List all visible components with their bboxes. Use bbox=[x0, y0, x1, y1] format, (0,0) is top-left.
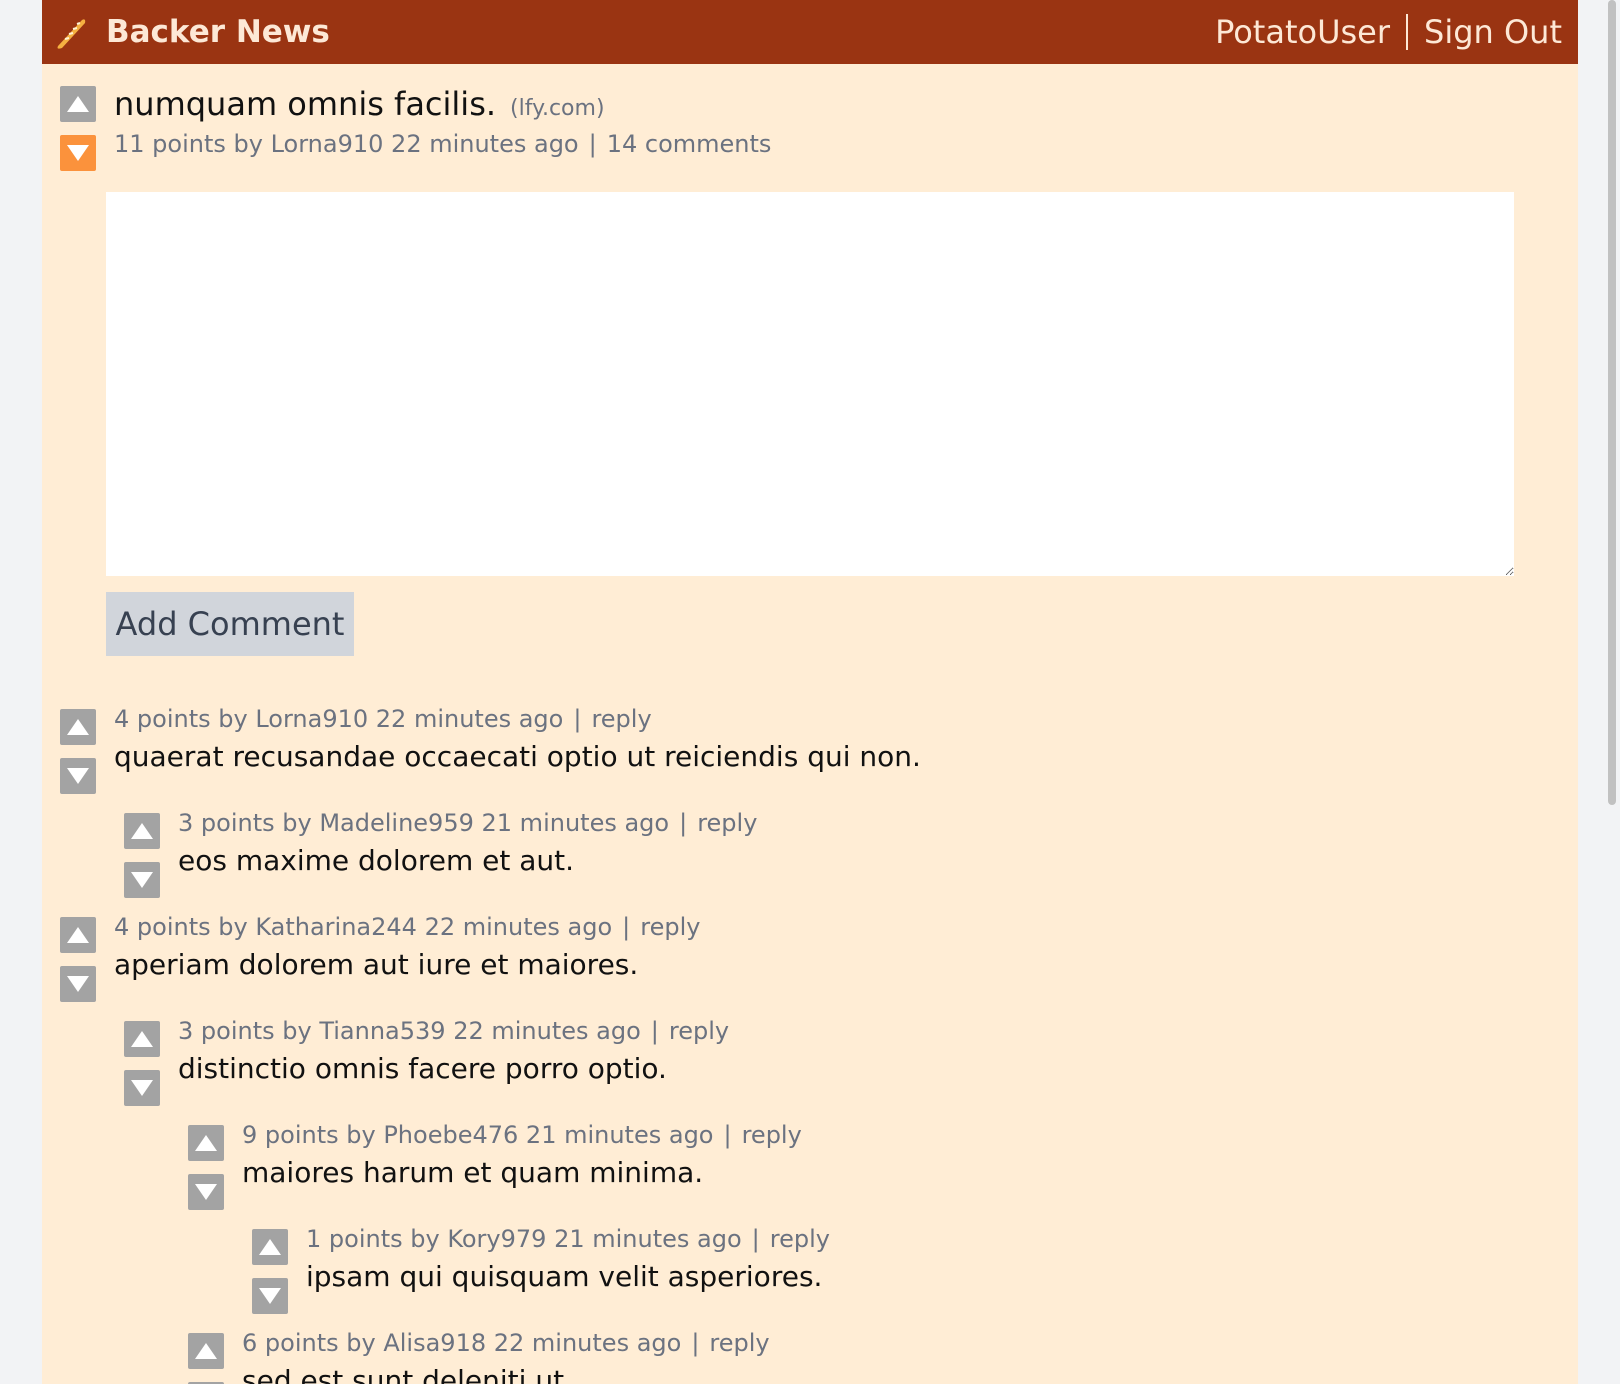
username-link[interactable]: PotatoUser bbox=[1215, 10, 1390, 54]
meta-separator: | bbox=[650, 1017, 659, 1045]
arrow-up-icon bbox=[67, 96, 89, 112]
arrow-down-icon bbox=[131, 872, 153, 888]
comment-age: 21 minutes ago bbox=[481, 809, 670, 837]
user-menu: PotatoUser Sign Out bbox=[1215, 10, 1562, 54]
comment-upvote-button[interactable] bbox=[60, 917, 96, 953]
comment-points: 4 points by bbox=[114, 913, 248, 941]
comment-upvote-button[interactable] bbox=[188, 1333, 224, 1369]
comment-upvote-button[interactable] bbox=[60, 709, 96, 745]
comment-text: quaerat recusandae occaecati optio ut re… bbox=[114, 740, 921, 773]
comment-age: 22 minutes ago bbox=[493, 1329, 682, 1357]
comment-meta: 4 points by Katharina244 22 minutes ago |… bbox=[114, 910, 700, 944]
comment-points: 3 points by bbox=[178, 1017, 312, 1045]
comment-meta: 6 points by Alisa918 22 minutes ago | repl… bbox=[242, 1326, 770, 1360]
story-meta: 11 points by Lorna910 22 minutes ago | 14 … bbox=[114, 127, 771, 161]
scrollbar-thumb[interactable] bbox=[1608, 0, 1616, 805]
meta-separator: | bbox=[588, 130, 597, 158]
comment-reply-link[interactable]: reply bbox=[709, 1329, 769, 1357]
meta-separator: | bbox=[691, 1329, 700, 1357]
comment-text: ipsam qui quisquam velit asperiores. bbox=[306, 1260, 823, 1293]
arrow-down-icon bbox=[67, 145, 89, 161]
comment-age: 21 minutes ago bbox=[554, 1225, 742, 1253]
comment-text: eos maxime dolorem et aut. bbox=[178, 844, 575, 877]
comment-upvote-button[interactable] bbox=[188, 1125, 224, 1161]
story-points: 11 points by bbox=[114, 130, 263, 158]
comment-downvote-button[interactable] bbox=[124, 862, 160, 898]
top-navbar: Backer News PotatoUser Sign Out bbox=[42, 0, 1578, 64]
arrow-up-icon bbox=[131, 1031, 153, 1047]
comment-author-link[interactable]: Madeline959 bbox=[319, 809, 474, 837]
comment-text: aperiam dolorem aut iure et maiores. bbox=[114, 948, 639, 981]
comment-author-link[interactable]: Tianna539 bbox=[319, 1017, 445, 1045]
comment-author-link[interactable]: Katharina244 bbox=[255, 913, 417, 941]
comment-reply-link[interactable]: reply bbox=[669, 1017, 729, 1045]
comment-text: sed est sunt deleniti ut. bbox=[242, 1364, 573, 1384]
arrow-down-icon bbox=[67, 768, 89, 784]
comment-downvote-button[interactable] bbox=[188, 1174, 224, 1210]
meta-separator: | bbox=[751, 1225, 760, 1253]
header-divider bbox=[1406, 14, 1409, 50]
meta-separator: | bbox=[723, 1121, 732, 1149]
arrow-down-icon bbox=[67, 976, 89, 992]
comment-text: maiores harum et quam minima. bbox=[242, 1156, 704, 1189]
add-comment-button[interactable]: Add Comment bbox=[106, 592, 354, 656]
story-downvote-button[interactable] bbox=[60, 135, 96, 171]
arrow-down-icon bbox=[131, 1080, 153, 1096]
comment-points: 1 points by bbox=[306, 1225, 440, 1253]
comment-meta: 3 points by Madeline959 21 minutes ago | r… bbox=[178, 806, 757, 840]
baguette-icon bbox=[57, 19, 86, 49]
arrow-down-icon bbox=[195, 1184, 217, 1200]
arrow-up-icon bbox=[195, 1135, 217, 1151]
comment-upvote-button[interactable] bbox=[124, 813, 160, 849]
comment-reply-link[interactable]: reply bbox=[770, 1225, 830, 1253]
arrow-down-icon bbox=[259, 1288, 281, 1304]
story-title-link[interactable]: numquam omnis facilis. bbox=[114, 85, 496, 123]
comment-points: 9 points by bbox=[242, 1121, 376, 1149]
meta-separator: | bbox=[679, 809, 688, 837]
comment-downvote-button[interactable] bbox=[60, 758, 96, 794]
comment-meta: 3 points by Tianna539 22 minutes ago | rep… bbox=[178, 1014, 729, 1048]
comment-meta: 9 points by Phoebe476 21 minutes ago | rep… bbox=[242, 1118, 802, 1152]
arrow-up-icon bbox=[67, 927, 89, 943]
sign-out-link[interactable]: Sign Out bbox=[1424, 10, 1562, 54]
comment-age: 22 minutes ago bbox=[424, 913, 613, 941]
comment-age: 22 minutes ago bbox=[375, 705, 564, 733]
page: Backer News PotatoUser Sign Out numquam … bbox=[42, 0, 1578, 1384]
comment-upvote-button[interactable] bbox=[124, 1021, 160, 1057]
comment-downvote-button[interactable] bbox=[124, 1070, 160, 1106]
arrow-up-icon bbox=[195, 1343, 217, 1359]
comment-reply-link[interactable]: reply bbox=[697, 809, 757, 837]
comment-age: 22 minutes ago bbox=[453, 1017, 641, 1045]
comment-points: 4 points by bbox=[114, 705, 248, 733]
meta-separator: | bbox=[622, 913, 631, 941]
story-domain: (lfy.com) bbox=[510, 96, 605, 121]
comment-reply-link[interactable]: reply bbox=[742, 1121, 802, 1149]
meta-separator: | bbox=[573, 705, 582, 733]
comment-text: distinctio omnis facere porro optio. bbox=[178, 1052, 667, 1085]
comment-downvote-button[interactable] bbox=[252, 1278, 288, 1314]
comment-points: 3 points by bbox=[178, 809, 312, 837]
story-author-link[interactable]: Lorna910 bbox=[271, 130, 384, 158]
comment-author-link[interactable]: Alisa918 bbox=[383, 1329, 486, 1357]
story-title: numquam omnis facilis. (lfy.com) bbox=[114, 82, 605, 131]
arrow-up-icon bbox=[259, 1239, 281, 1255]
comment-reply-link[interactable]: reply bbox=[591, 705, 651, 733]
arrow-up-icon bbox=[67, 719, 89, 735]
arrow-up-icon bbox=[131, 823, 153, 839]
comment-reply-link[interactable]: reply bbox=[640, 913, 700, 941]
comment-downvote-button[interactable] bbox=[60, 966, 96, 1002]
comment-author-link[interactable]: Phoebe476 bbox=[383, 1121, 518, 1149]
comment-textarea[interactable] bbox=[106, 192, 1514, 576]
comment-meta: 4 points by Lorna910 22 minutes ago | repl… bbox=[114, 702, 652, 736]
story-upvote-button[interactable] bbox=[60, 86, 96, 122]
comment-points: 6 points by bbox=[242, 1329, 376, 1357]
comment-meta: 1 points by Kory979 21 minutes ago | reply bbox=[306, 1222, 830, 1256]
comment-age: 21 minutes ago bbox=[525, 1121, 714, 1149]
brand-title[interactable]: Backer News bbox=[106, 12, 330, 52]
comment-author-link[interactable]: Lorna910 bbox=[255, 705, 368, 733]
story-comments-link[interactable]: 14 comments bbox=[607, 130, 772, 158]
comment-upvote-button[interactable] bbox=[252, 1229, 288, 1265]
comment-author-link[interactable]: Kory979 bbox=[447, 1225, 546, 1253]
story-age: 22 minutes ago bbox=[391, 130, 579, 158]
